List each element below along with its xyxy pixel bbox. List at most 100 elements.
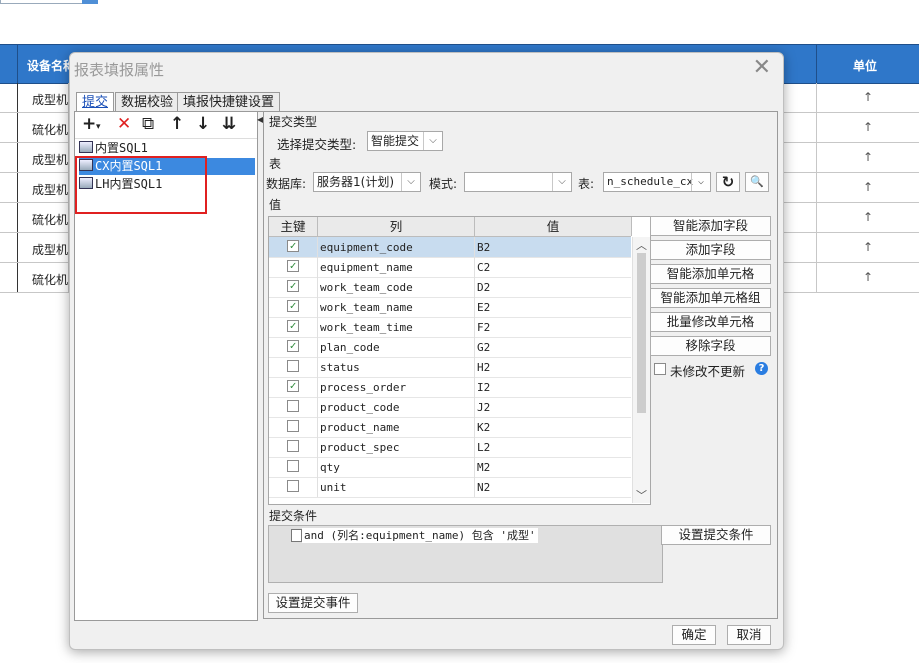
cell-value: C2 xyxy=(477,261,491,274)
set-condition-button[interactable]: 设置提交条件 xyxy=(661,525,771,545)
mode-select[interactable]: ⌵ xyxy=(464,172,572,192)
document-icon xyxy=(291,529,302,542)
row-left-border xyxy=(0,203,18,232)
chevron-down-icon: ⌵ xyxy=(552,173,571,191)
table-select[interactable]: n_schedule_cx ⌵ xyxy=(603,172,711,192)
move-up-icon[interactable]: ↑ xyxy=(170,116,184,133)
cell-divider xyxy=(317,357,318,377)
grid-row[interactable]: product_spec L2 xyxy=(269,437,631,458)
database-select[interactable]: 服务器1(计划) ⌵ xyxy=(313,172,421,192)
primary-key-checkbox[interactable]: ✓ xyxy=(287,260,299,272)
scroll-thumb[interactable] xyxy=(637,253,646,413)
grid-row[interactable]: ✓ equipment_code B2 xyxy=(269,237,631,258)
primary-key-checkbox[interactable] xyxy=(287,480,299,492)
database-label: 数据库: xyxy=(266,177,307,191)
cell-divider xyxy=(317,377,318,397)
cell-divider xyxy=(317,337,318,357)
cell-divider xyxy=(317,297,318,317)
unit-cell: ↑ xyxy=(816,203,919,232)
primary-key-checkbox[interactable] xyxy=(287,460,299,472)
grid-row[interactable]: ✓ work_team_code D2 xyxy=(269,277,631,298)
device-name: 成型机 xyxy=(32,93,69,107)
primary-key-checkbox[interactable]: ✓ xyxy=(287,320,299,332)
grid-row[interactable]: status H2 xyxy=(269,357,631,378)
cell-divider xyxy=(474,337,475,357)
batch-edit-cells-button[interactable]: 批量修改单元格 xyxy=(650,312,771,332)
smart-add-cell-group-button[interactable]: 智能添加单元格组 xyxy=(650,288,771,308)
submit-settings-panel: 提交类型 选择提交类型: 智能提交 ⌵ 表 数据库: 服务器1(计划) ⌵ 模式… xyxy=(263,111,778,619)
grid-row[interactable]: product_name K2 xyxy=(269,417,631,438)
grid-row[interactable]: ✓ work_team_time F2 xyxy=(269,317,631,338)
primary-key-checkbox[interactable]: ✓ xyxy=(287,280,299,292)
grid-header: 主键 列 值 xyxy=(269,217,632,237)
chevron-down-icon[interactable]: ▾ xyxy=(96,119,101,136)
sort-icon[interactable]: ⇊ xyxy=(222,116,236,133)
primary-key-checkbox[interactable]: ✓ xyxy=(287,240,299,252)
annotation-highlight-box xyxy=(75,156,207,214)
cell-divider xyxy=(317,257,318,277)
grid-row[interactable]: ✓ equipment_name C2 xyxy=(269,257,631,278)
cell-value: N2 xyxy=(477,481,491,494)
close-icon[interactable]: ✕ xyxy=(753,57,771,79)
row-left-border xyxy=(0,143,18,172)
header-key: 主键 xyxy=(269,217,318,236)
primary-key-checkbox[interactable] xyxy=(287,420,299,432)
grid-row[interactable]: ✓ work_team_name E2 xyxy=(269,297,631,318)
column-name: product_spec xyxy=(320,441,400,454)
no-update-checkbox[interactable] xyxy=(654,363,666,375)
refresh-icon: ↻ xyxy=(721,173,735,191)
condition-box[interactable]: and (列名:equipment_name) 包含 '成型' xyxy=(268,525,663,583)
submit-type-value: 智能提交 xyxy=(371,134,420,148)
arrow-up-icon: ↑ xyxy=(862,240,874,254)
grid-row[interactable]: unit N2 xyxy=(269,477,631,498)
add-icon[interactable]: + xyxy=(82,116,96,133)
grid-row[interactable]: ✓ process_order I2 xyxy=(269,377,631,398)
refresh-button[interactable]: ↻ xyxy=(716,172,740,192)
set-event-button[interactable]: 设置提交事件 xyxy=(268,593,358,613)
help-icon[interactable]: ? xyxy=(755,362,768,375)
smart-add-cell-button[interactable]: 智能添加单元格 xyxy=(650,264,771,284)
primary-key-checkbox[interactable]: ✓ xyxy=(287,340,299,352)
remove-field-button[interactable]: 移除字段 xyxy=(650,336,771,356)
section-condition: 提交条件 xyxy=(269,509,318,523)
primary-key-checkbox[interactable]: ✓ xyxy=(287,380,299,392)
add-field-button[interactable]: 添加字段 xyxy=(650,240,771,260)
scroll-down-icon[interactable]: ﹀ xyxy=(636,487,647,503)
device-name: 硫化机 xyxy=(32,273,69,287)
tab-data-validation[interactable]: 数据校验 xyxy=(115,92,180,112)
scroll-up-icon[interactable]: ︿ xyxy=(636,237,647,253)
field-mapping-grid: 主键 列 值 ✓ equipment_code B2 ✓ equipment_name C… xyxy=(268,216,651,505)
grid-row[interactable]: product_code J2 xyxy=(269,397,631,418)
cell-divider xyxy=(317,417,318,437)
cell-divider xyxy=(474,257,475,277)
chevron-down-icon: ⌵ xyxy=(423,132,442,150)
grid-scrollbar[interactable]: ︿ ﹀ xyxy=(632,237,650,503)
primary-key-checkbox[interactable] xyxy=(287,440,299,452)
grid-row[interactable]: qty M2 xyxy=(269,457,631,478)
cancel-button[interactable]: 取消 xyxy=(727,625,771,645)
preview-button[interactable]: 🔍 xyxy=(745,172,769,192)
arrow-up-icon: ↑ xyxy=(862,180,874,194)
delete-icon[interactable]: ✕ xyxy=(117,116,131,133)
table-value: n_schedule_cx xyxy=(607,175,694,188)
smart-add-field-button[interactable]: 智能添加字段 xyxy=(650,216,771,236)
grid-row[interactable]: ✓ plan_code G2 xyxy=(269,337,631,358)
move-down-icon[interactable]: ↓ xyxy=(196,116,210,133)
column-name: qty xyxy=(320,461,340,474)
arrow-up-icon: ↑ xyxy=(862,270,874,284)
top-input[interactable] xyxy=(0,0,84,4)
section-value: 值 xyxy=(269,198,282,212)
column-name: plan_code xyxy=(320,341,380,354)
submit-type-select[interactable]: 智能提交 ⌵ xyxy=(367,131,443,151)
tab-shortcut-settings[interactable]: 填报快捷键设置 xyxy=(177,92,281,112)
ok-button[interactable]: 确定 xyxy=(672,625,716,645)
top-button[interactable] xyxy=(82,0,98,4)
copy-icon[interactable]: ⧉ xyxy=(142,116,154,133)
header-unit: 单位 xyxy=(853,59,878,73)
primary-key-checkbox[interactable] xyxy=(287,400,299,412)
tree-item-sql1[interactable]: 内置SQL1 xyxy=(79,140,148,157)
primary-key-checkbox[interactable] xyxy=(287,360,299,372)
tab-submit[interactable]: 提交 xyxy=(76,92,115,112)
primary-key-checkbox[interactable]: ✓ xyxy=(287,300,299,312)
column-name: work_team_code xyxy=(320,281,413,294)
